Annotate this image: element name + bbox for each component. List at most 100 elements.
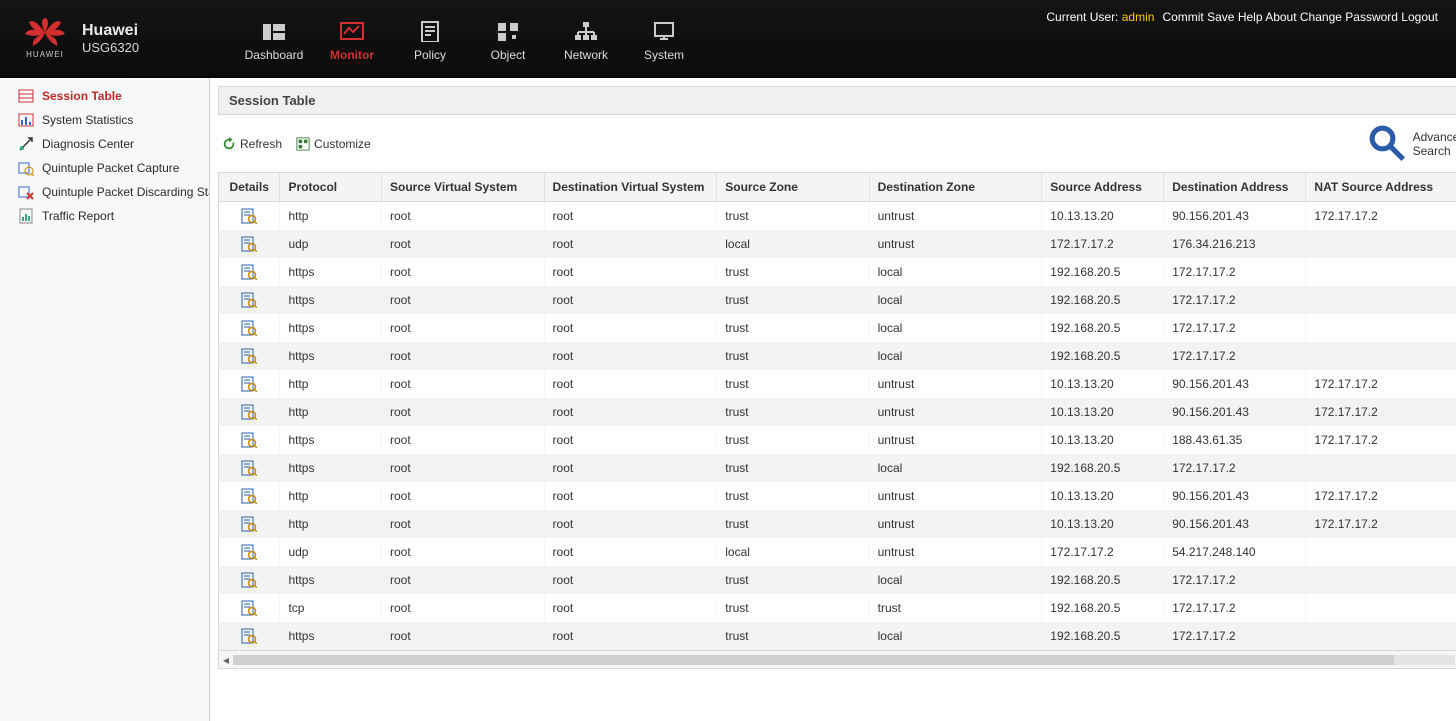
col-nat-source-address[interactable]: NAT Source Address <box>1306 173 1456 202</box>
sidebar-quintuple-packet-discarding-statistics[interactable]: Quintuple Packet Discarding Statistics <box>0 180 209 204</box>
dst-zone-cell: untrust <box>869 510 1042 538</box>
details-cell[interactable] <box>219 454 280 482</box>
nav-system[interactable]: System <box>625 12 703 66</box>
sidebar-session-table[interactable]: Session Table <box>0 84 209 108</box>
sidebar: Session TableSystem StatisticsDiagnosis … <box>0 78 210 721</box>
table-row: httpsrootroottrustlocal192.168.20.5172.1… <box>219 258 1456 286</box>
brand-model: USG6320 <box>82 40 139 55</box>
svs-cell: root <box>382 454 545 482</box>
details-cell[interactable] <box>219 258 280 286</box>
dvs-cell: root <box>544 286 717 314</box>
details-cell[interactable] <box>219 202 280 231</box>
dvs-cell: root <box>544 622 717 650</box>
nat-src-cell: 172.17.17.2 <box>1306 426 1456 454</box>
col-destination-address[interactable]: Destination Address <box>1164 173 1306 202</box>
details-cell[interactable] <box>219 314 280 342</box>
sidebar-diagnosis-center[interactable]: Diagnosis Center <box>0 132 209 156</box>
scroll-track[interactable] <box>233 655 1455 665</box>
dst-zone-cell: untrust <box>869 538 1042 566</box>
details-cell[interactable] <box>219 342 280 370</box>
col-source-address[interactable]: Source Address <box>1042 173 1164 202</box>
nav-network[interactable]: Network <box>547 12 625 66</box>
details-cell[interactable] <box>219 622 280 650</box>
protocol-cell: https <box>280 454 382 482</box>
dvs-cell: root <box>544 510 717 538</box>
dst-zone-cell: untrust <box>869 202 1042 231</box>
details-cell[interactable] <box>219 566 280 594</box>
toplink-commit[interactable]: Commit <box>1162 10 1203 24</box>
dst-zone-cell: untrust <box>869 482 1042 510</box>
col-destination-virtual-system[interactable]: Destination Virtual System <box>544 173 717 202</box>
nat-src-cell <box>1306 286 1456 314</box>
protocol-cell: udp <box>280 230 382 258</box>
toplink-logout[interactable]: Logout <box>1401 10 1438 24</box>
details-cell[interactable] <box>219 538 280 566</box>
dst-addr-cell: 172.17.17.2 <box>1164 258 1306 286</box>
toolbar: Refresh Customize Advanced Search <box>218 115 1456 172</box>
dst-addr-cell: 172.17.17.2 <box>1164 454 1306 482</box>
svs-cell: root <box>382 510 545 538</box>
src-addr-cell: 192.168.20.5 <box>1042 286 1164 314</box>
logo-caption: HUAWEI <box>26 50 64 59</box>
details-cell[interactable] <box>219 230 280 258</box>
details-cell[interactable] <box>219 398 280 426</box>
details-cell[interactable] <box>219 510 280 538</box>
sidebar-traffic-report[interactable]: Traffic Report <box>0 204 209 228</box>
col-details[interactable]: Details <box>219 173 280 202</box>
toplink-help[interactable]: Help <box>1238 10 1263 24</box>
protocol-cell: https <box>280 566 382 594</box>
nav-policy[interactable]: Policy <box>391 12 469 66</box>
nat-src-cell <box>1306 342 1456 370</box>
protocol-cell: http <box>280 482 382 510</box>
session-table: DetailsProtocolSource Virtual SystemDest… <box>219 173 1456 650</box>
details-cell[interactable] <box>219 286 280 314</box>
nat-src-cell <box>1306 622 1456 650</box>
details-cell[interactable] <box>219 426 280 454</box>
toplink-about[interactable]: About <box>1265 10 1296 24</box>
details-cell[interactable] <box>219 594 280 622</box>
dvs-cell: root <box>544 538 717 566</box>
advanced-search-button[interactable]: Advanced Search <box>1367 123 1456 164</box>
col-protocol[interactable]: Protocol <box>280 173 382 202</box>
nav-monitor[interactable]: Monitor <box>313 12 391 66</box>
src-zone-cell: trust <box>717 566 869 594</box>
src-zone-cell: trust <box>717 510 869 538</box>
refresh-button[interactable]: Refresh <box>222 137 282 151</box>
col-source-zone[interactable]: Source Zone <box>717 173 869 202</box>
nav-object[interactable]: Object <box>469 12 547 66</box>
dst-addr-cell: 172.17.17.2 <box>1164 566 1306 594</box>
src-addr-cell: 10.13.13.20 <box>1042 510 1164 538</box>
details-cell[interactable] <box>219 370 280 398</box>
col-destination-zone[interactable]: Destination Zone <box>869 173 1042 202</box>
sidebar-system-statistics[interactable]: System Statistics <box>0 108 209 132</box>
dvs-cell: root <box>544 314 717 342</box>
toplink-change-password[interactable]: Change Password <box>1300 10 1398 24</box>
horizontal-scrollbar[interactable]: ◂ ▸ <box>218 651 1456 669</box>
customize-button[interactable]: Customize <box>296 137 371 151</box>
table-row: httpsrootroottrustlocal192.168.20.5172.1… <box>219 286 1456 314</box>
table-row: httpsrootroottrustlocal192.168.20.5172.1… <box>219 454 1456 482</box>
dashboard-icon <box>261 20 287 42</box>
details-cell[interactable] <box>219 482 280 510</box>
table-row: httpsrootroottrustlocal192.168.20.5172.1… <box>219 342 1456 370</box>
dvs-cell: root <box>544 398 717 426</box>
src-addr-cell: 192.168.20.5 <box>1042 594 1164 622</box>
svs-cell: root <box>382 342 545 370</box>
policy-icon <box>417 20 443 42</box>
dst-zone-cell: local <box>869 314 1042 342</box>
table-row: httpsrootroottrustlocal192.168.20.5172.1… <box>219 314 1456 342</box>
protocol-cell: https <box>280 258 382 286</box>
col-source-virtual-system[interactable]: Source Virtual System <box>382 173 545 202</box>
nav-dashboard[interactable]: Dashboard <box>235 12 313 66</box>
table-header-row: DetailsProtocolSource Virtual SystemDest… <box>219 173 1456 202</box>
sidebar-quintuple-packet-capture[interactable]: Quintuple Packet Capture <box>0 156 209 180</box>
table-row: httprootroottrustuntrust10.13.13.2090.15… <box>219 482 1456 510</box>
dst-zone-cell: trust <box>869 594 1042 622</box>
toplink-save[interactable]: Save <box>1207 10 1234 24</box>
scroll-thumb[interactable] <box>233 655 1394 665</box>
report-icon <box>18 208 34 224</box>
src-addr-cell: 192.168.20.5 <box>1042 454 1164 482</box>
scroll-left-arrow[interactable]: ◂ <box>219 651 233 668</box>
dvs-cell: root <box>544 202 717 231</box>
protocol-cell: https <box>280 426 382 454</box>
